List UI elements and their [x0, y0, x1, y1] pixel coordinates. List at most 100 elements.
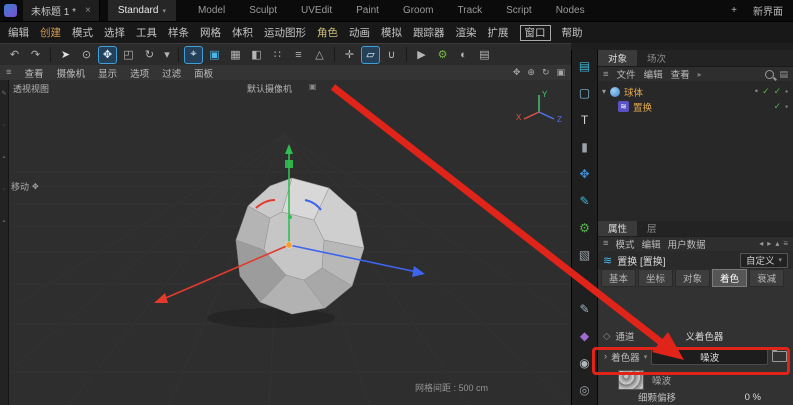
orbit-view-icon[interactable]: ↻ — [542, 67, 550, 78]
om-menu-file[interactable]: 文件 — [617, 67, 636, 81]
vp-menu-camera[interactable]: 摄像机 — [57, 66, 86, 80]
tab-objects[interactable]: 对象 — [598, 50, 638, 66]
menu-tools[interactable]: 工具 — [136, 25, 157, 40]
tab-falloff[interactable]: 衰减 — [749, 268, 785, 287]
maximize-view-icon[interactable]: ▣ — [556, 67, 565, 78]
layout-selector[interactable]: Standard ▾ — [107, 0, 176, 21]
tab-takes[interactable]: 场次 — [637, 50, 676, 66]
am-menu-edit[interactable]: 编辑 — [642, 237, 661, 251]
menu-tracker[interactable]: 跟踪器 — [413, 25, 445, 40]
palette-dot-icon[interactable]: ◦ — [3, 123, 5, 129]
menu-spline[interactable]: 样条 — [168, 25, 189, 40]
search-icon[interactable] — [765, 69, 775, 79]
document-tab[interactable]: 未标题 1 * × — [23, 0, 100, 21]
hamburger-icon[interactable]: ≡ — [6, 67, 12, 78]
snap-icon[interactable]: ∪ — [382, 46, 401, 64]
enabled-check-icon[interactable]: ✓ — [774, 101, 782, 112]
viewport-canvas[interactable]: 透视视图 默认摄像机 ▣ 移动 ✥ 网格间距 : 500 cm Y X Z — [0, 80, 710, 405]
menu-render[interactable]: 渲染 — [456, 25, 477, 40]
hamburger-icon[interactable]: ≡ — [603, 69, 609, 80]
om-menu-edit[interactable]: 编辑 — [644, 67, 663, 81]
palette-dot-icon[interactable]: ◦ — [3, 187, 5, 193]
menu-select[interactable]: 选择 — [104, 25, 125, 40]
model-mode-icon[interactable]: ▦ — [226, 46, 245, 64]
menu-mesh[interactable]: 网格 — [200, 25, 221, 40]
am-menu-userdata[interactable]: 用户数据 — [668, 237, 706, 251]
camera-icon[interactable]: ▣ — [309, 82, 317, 91]
parent-up-icon[interactable]: ▴ — [775, 239, 779, 248]
menu-volume[interactable]: 体积 — [232, 25, 253, 40]
object-label[interactable]: 球体 — [624, 85, 643, 99]
tree-row-sphere[interactable]: ▾ 球体 • ✓ ✓ ▪ — [598, 84, 793, 99]
add-layout-button[interactable]: + — [731, 5, 737, 16]
pen-b-icon[interactable]: ✎ — [575, 299, 595, 318]
layout-tab-sculpt[interactable]: Sculpt — [249, 5, 277, 16]
layer-panel-icon[interactable]: ▤ — [575, 56, 595, 75]
layout-tab-uvedit[interactable]: UVEdit — [301, 5, 332, 16]
layout-tab-nodes[interactable]: Nodes — [556, 5, 585, 16]
coord-system-icon[interactable]: ⌖ — [184, 45, 203, 64]
move-tool-icon[interactable]: ✥ — [98, 45, 117, 64]
menu-simulate[interactable]: 模拟 — [381, 25, 402, 40]
render-check-icon[interactable]: ✓ — [774, 86, 782, 97]
history-forward-icon[interactable]: ▸ — [767, 239, 771, 248]
state-dot-icon[interactable]: • — [755, 86, 758, 97]
rotate-tool-icon[interactable]: ↻ — [140, 46, 159, 64]
tab-layers[interactable]: 层 — [637, 221, 667, 236]
material-manager-icon[interactable]: ◐ — [454, 46, 473, 64]
axis-mode-icon[interactable]: ✛ — [340, 46, 359, 64]
camera-label[interactable]: 默认摄像机 — [247, 82, 292, 95]
tab-coord[interactable]: 坐标 — [638, 268, 674, 287]
layout-tab-script[interactable]: Script — [506, 5, 532, 16]
cube-icon[interactable]: ▧ — [575, 245, 595, 264]
vp-menu-display[interactable]: 显示 — [98, 66, 117, 80]
content-browser-icon[interactable]: ▤ — [475, 46, 494, 64]
vp-menu-filter[interactable]: 过滤 — [162, 66, 181, 80]
live-selection-icon[interactable]: ⊙ — [77, 46, 96, 64]
am-menu-mode[interactable]: 模式 — [616, 237, 635, 251]
hamburger-icon[interactable]: ≡ — [603, 238, 609, 249]
menu-window[interactable]: 窗口 — [519, 24, 551, 41]
globe-icon[interactable]: ◎ — [575, 380, 595, 399]
text-tool-icon[interactable]: T — [575, 110, 595, 129]
render-settings-icon[interactable]: ⚙ — [433, 46, 452, 64]
palette-swatch-icon[interactable]: ▪ — [3, 155, 5, 161]
make-editable-icon[interactable]: ▣ — [205, 46, 224, 64]
layout-tab-paint[interactable]: Paint — [356, 5, 379, 16]
tag-icon[interactable]: ▪ — [785, 102, 788, 111]
vp-menu-view[interactable]: 查看 — [25, 66, 44, 80]
object-label[interactable]: 置换 — [633, 100, 652, 114]
rock-mesh-object[interactable] — [235, 177, 365, 315]
points-mode-icon[interactable]: ∷ — [268, 46, 287, 64]
menu-character[interactable]: 角色 — [317, 25, 338, 40]
om-menu-view[interactable]: 查看 — [671, 67, 690, 81]
visibility-check-icon[interactable]: ✓ — [762, 86, 770, 97]
edges-mode-icon[interactable]: ≡ — [289, 46, 308, 64]
menu-help[interactable]: 帮助 — [562, 25, 583, 40]
tab-object[interactable]: 对象 — [675, 268, 711, 287]
menu-mograph[interactable]: 运动图形 — [264, 25, 306, 40]
menu-animate[interactable]: 动画 — [349, 25, 370, 40]
vp-menu-options[interactable]: 选项 — [130, 66, 149, 80]
menu-edit[interactable]: 编辑 — [8, 25, 29, 40]
zoom-view-icon[interactable]: ⊕ — [527, 67, 535, 78]
close-tab-icon[interactable]: × — [85, 5, 91, 16]
move-axes-icon[interactable]: ✥ — [575, 164, 595, 183]
redo-icon[interactable]: ↷ — [26, 46, 45, 64]
tab-shading[interactable]: 着色 — [712, 268, 748, 287]
frame-icon[interactable]: ▢ — [575, 83, 595, 102]
column-icon[interactable]: ▮ — [575, 137, 595, 156]
workplane-icon[interactable]: ▱ — [361, 45, 380, 64]
texture-mode-icon[interactable]: ◧ — [247, 46, 266, 64]
new-interface-button[interactable]: 新界面 — [753, 3, 783, 18]
filter-grid-icon[interactable]: ▤ — [779, 69, 788, 80]
pointer-icon[interactable]: ➤ — [56, 46, 75, 64]
palette-swatch-icon[interactable]: ▪ — [3, 219, 5, 225]
menu-extensions[interactable]: 扩展 — [488, 25, 509, 40]
menu-create[interactable]: 创建 — [40, 25, 61, 40]
polygons-mode-icon[interactable]: △ — [310, 46, 329, 64]
am-options-icon[interactable]: ≡ — [783, 239, 788, 248]
simulate-gear-icon[interactable]: ⚙ — [575, 218, 595, 237]
vp-menu-panel[interactable]: 面板 — [194, 66, 213, 80]
parameter-value[interactable]: 0 % — [745, 392, 761, 403]
